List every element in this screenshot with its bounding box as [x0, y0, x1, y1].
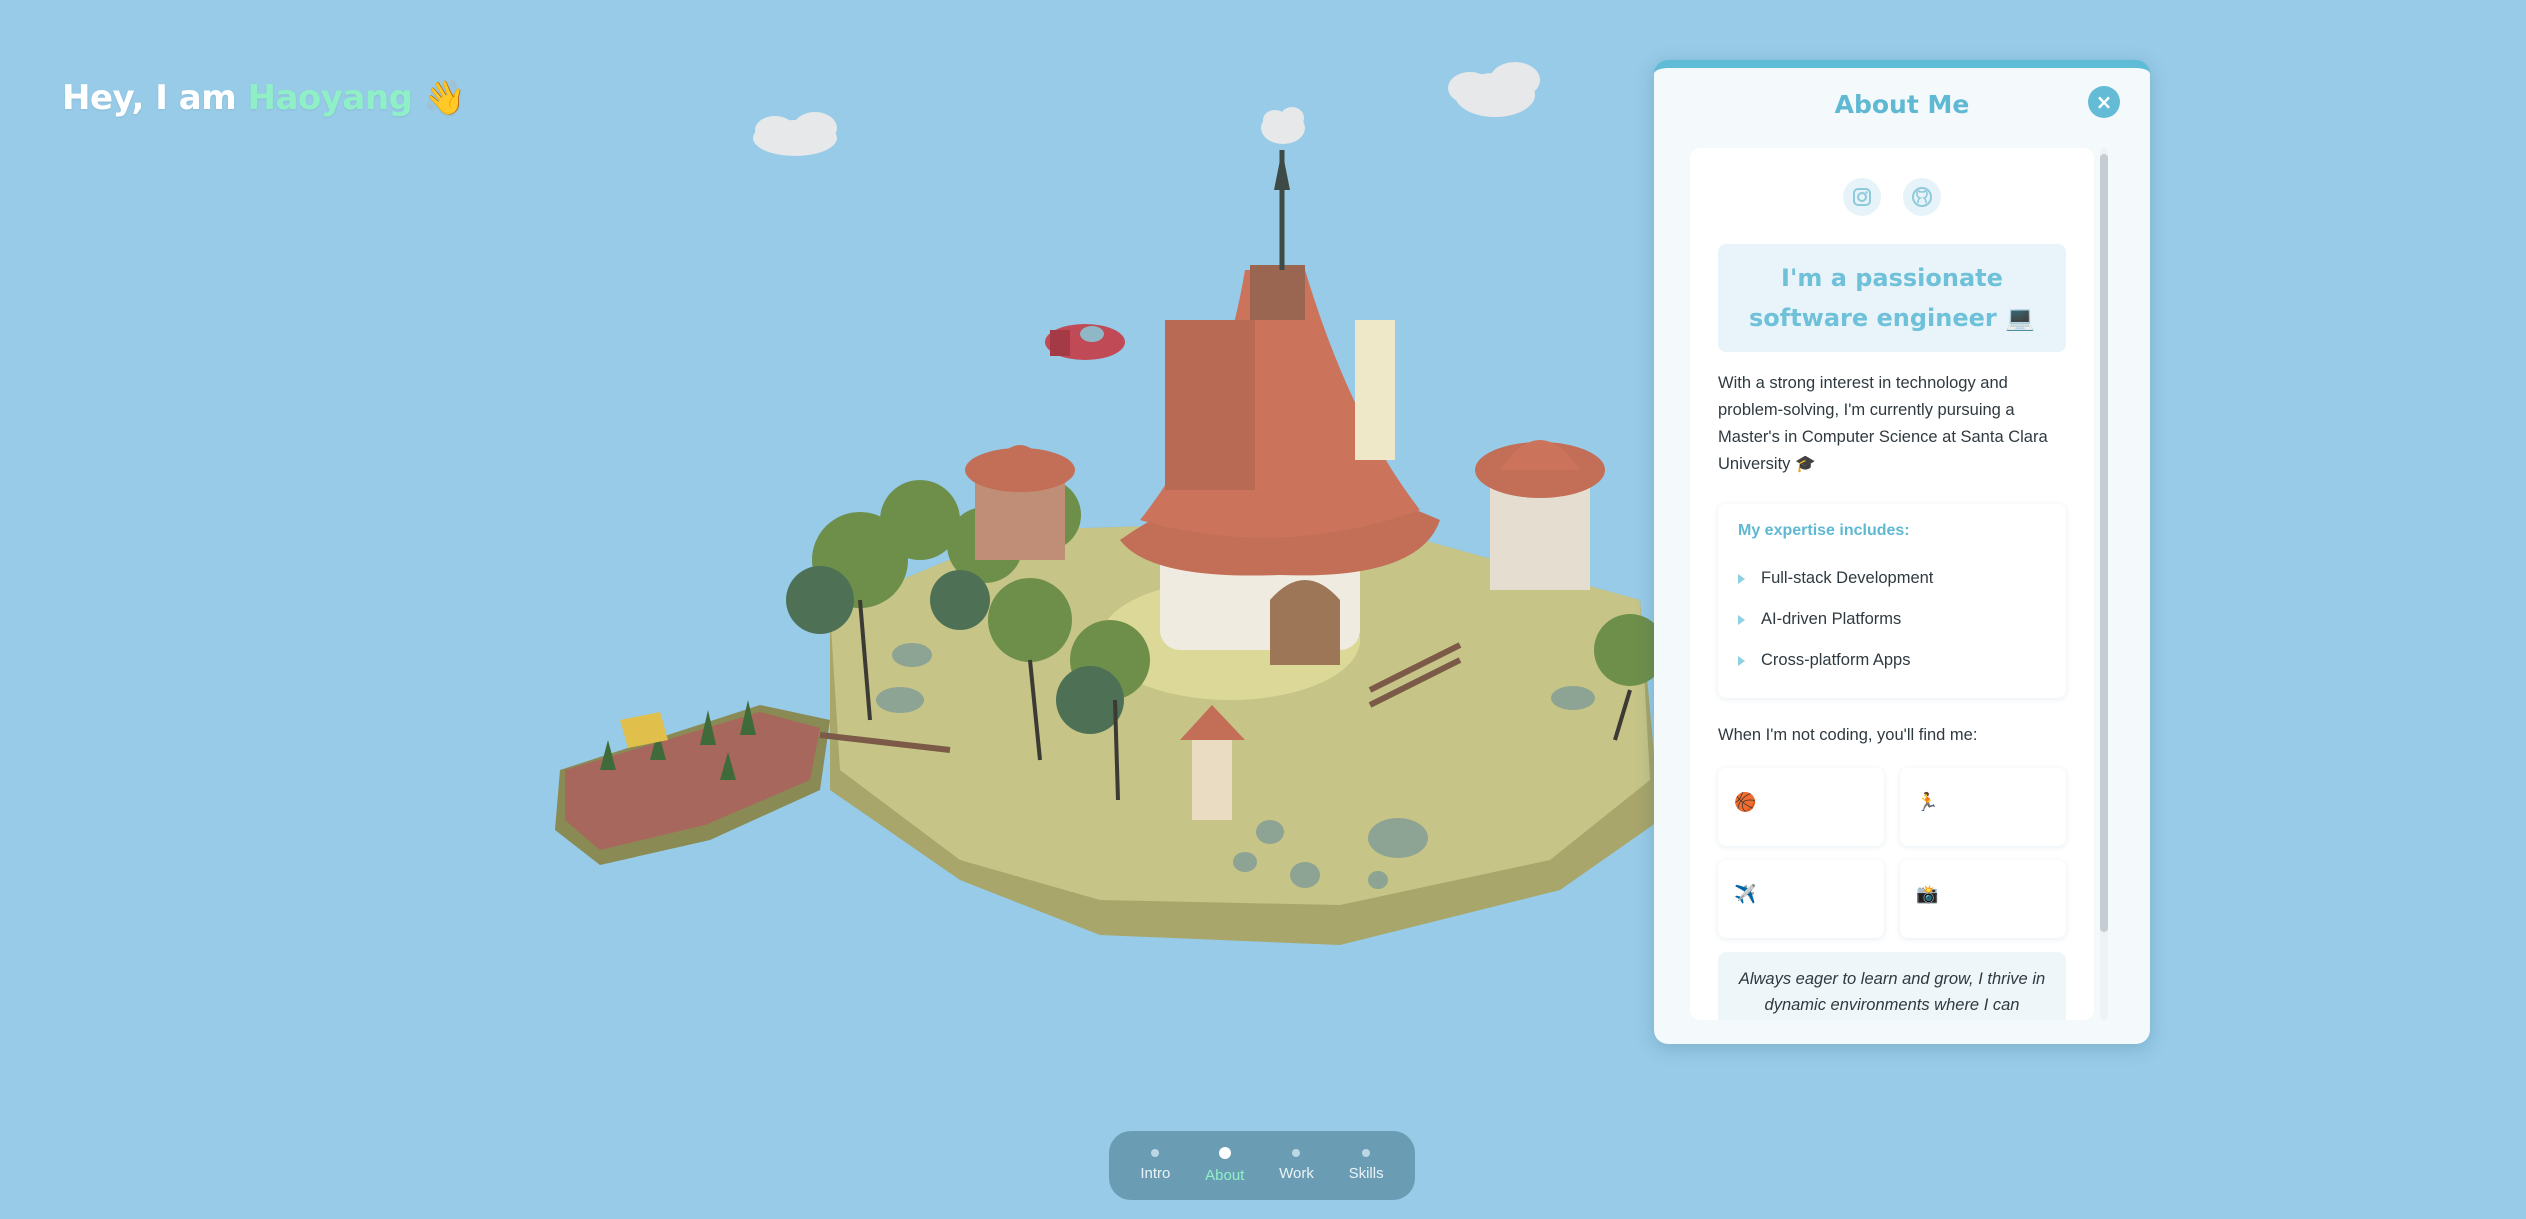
nav-dot-icon	[1218, 1147, 1231, 1159]
basketball-icon: 🏀	[1734, 792, 1757, 813]
close-button[interactable]: ×	[2088, 86, 2120, 118]
github-link[interactable]	[1903, 178, 1941, 216]
expertise-title: My expertise includes:	[1738, 522, 1910, 539]
hobby-card-running: 🏃	[1900, 768, 2066, 846]
cloud-icon	[1448, 62, 1540, 117]
expertise-item-label: AI-driven Platforms	[1761, 610, 1902, 628]
list-item: Full-stack Development	[1738, 558, 2046, 599]
instagram-link[interactable]	[1843, 178, 1881, 216]
island-scene[interactable]	[0, 0, 1660, 1219]
nav-item-about[interactable]: About	[1205, 1147, 1244, 1184]
cloud-icon	[753, 112, 837, 156]
panel-scrollbar[interactable]	[2100, 148, 2108, 1020]
nav-item-skills[interactable]: Skills	[1349, 1149, 1384, 1182]
about-panel: About Me × I'm a passionate software eng…	[1654, 60, 2150, 1044]
running-icon: 🏃	[1916, 792, 1939, 813]
tower-left	[965, 445, 1075, 560]
instagram-icon	[1853, 188, 1871, 206]
nav-item-intro[interactable]: Intro	[1140, 1149, 1170, 1182]
list-item: AI-driven Platforms	[1738, 599, 2046, 640]
expertise-item-label: Cross-platform Apps	[1761, 651, 1911, 669]
close-icon: ×	[2095, 90, 2113, 114]
nav-label: Work	[1279, 1165, 1314, 1182]
expertise-list: Full-stack Development AI-driven Platfor…	[1738, 558, 2046, 681]
scrollbar-thumb[interactable]	[2100, 154, 2108, 932]
list-item: Cross-platform Apps	[1738, 640, 2046, 681]
panel-title: About Me	[1834, 90, 1970, 119]
nav-item-work[interactable]: Work	[1279, 1149, 1314, 1182]
nav-label: About	[1205, 1167, 1245, 1184]
nav-dot-icon	[1362, 1149, 1371, 1157]
triangle-bullet-icon	[1738, 614, 1745, 625]
intro-paragraph: With a strong interest in technology and…	[1718, 374, 2048, 473]
github-icon	[1912, 187, 1932, 207]
camera-icon: 📸	[1916, 884, 1939, 905]
nav-label: Intro	[1140, 1165, 1171, 1182]
expertise-card: My expertise includes: Full-stack Develo…	[1718, 504, 2066, 698]
section-nav: Intro About Work Skills	[1109, 1131, 1415, 1200]
closing-quote: Always eager to learn and grow, I thrive…	[1718, 952, 2066, 1020]
social-links	[1690, 178, 2094, 216]
nav-dot-icon	[1292, 1149, 1301, 1157]
cloud-icon	[1261, 107, 1305, 144]
panel-content[interactable]: I'm a passionate software engineer 💻 Wit…	[1690, 148, 2094, 1020]
nav-dot-icon	[1151, 1149, 1160, 1157]
expertise-item-label: Full-stack Development	[1761, 569, 1934, 587]
triangle-bullet-icon	[1738, 573, 1745, 584]
nav-label: Skills	[1348, 1165, 1384, 1182]
tower-right	[1475, 440, 1605, 590]
hobbies-label: When I'm not coding, you'll find me:	[1718, 726, 1978, 744]
hobby-card-basketball: 🏀	[1718, 768, 1884, 846]
garden-plot	[555, 700, 830, 865]
hobby-card-photography: 📸	[1900, 860, 2066, 938]
hobby-card-travel: ✈️	[1718, 860, 1884, 938]
airplane	[1045, 324, 1125, 360]
airplane-icon: ✈️	[1734, 884, 1757, 905]
triangle-bullet-icon	[1738, 655, 1745, 666]
headline: I'm a passionate software engineer 💻	[1718, 244, 2066, 352]
